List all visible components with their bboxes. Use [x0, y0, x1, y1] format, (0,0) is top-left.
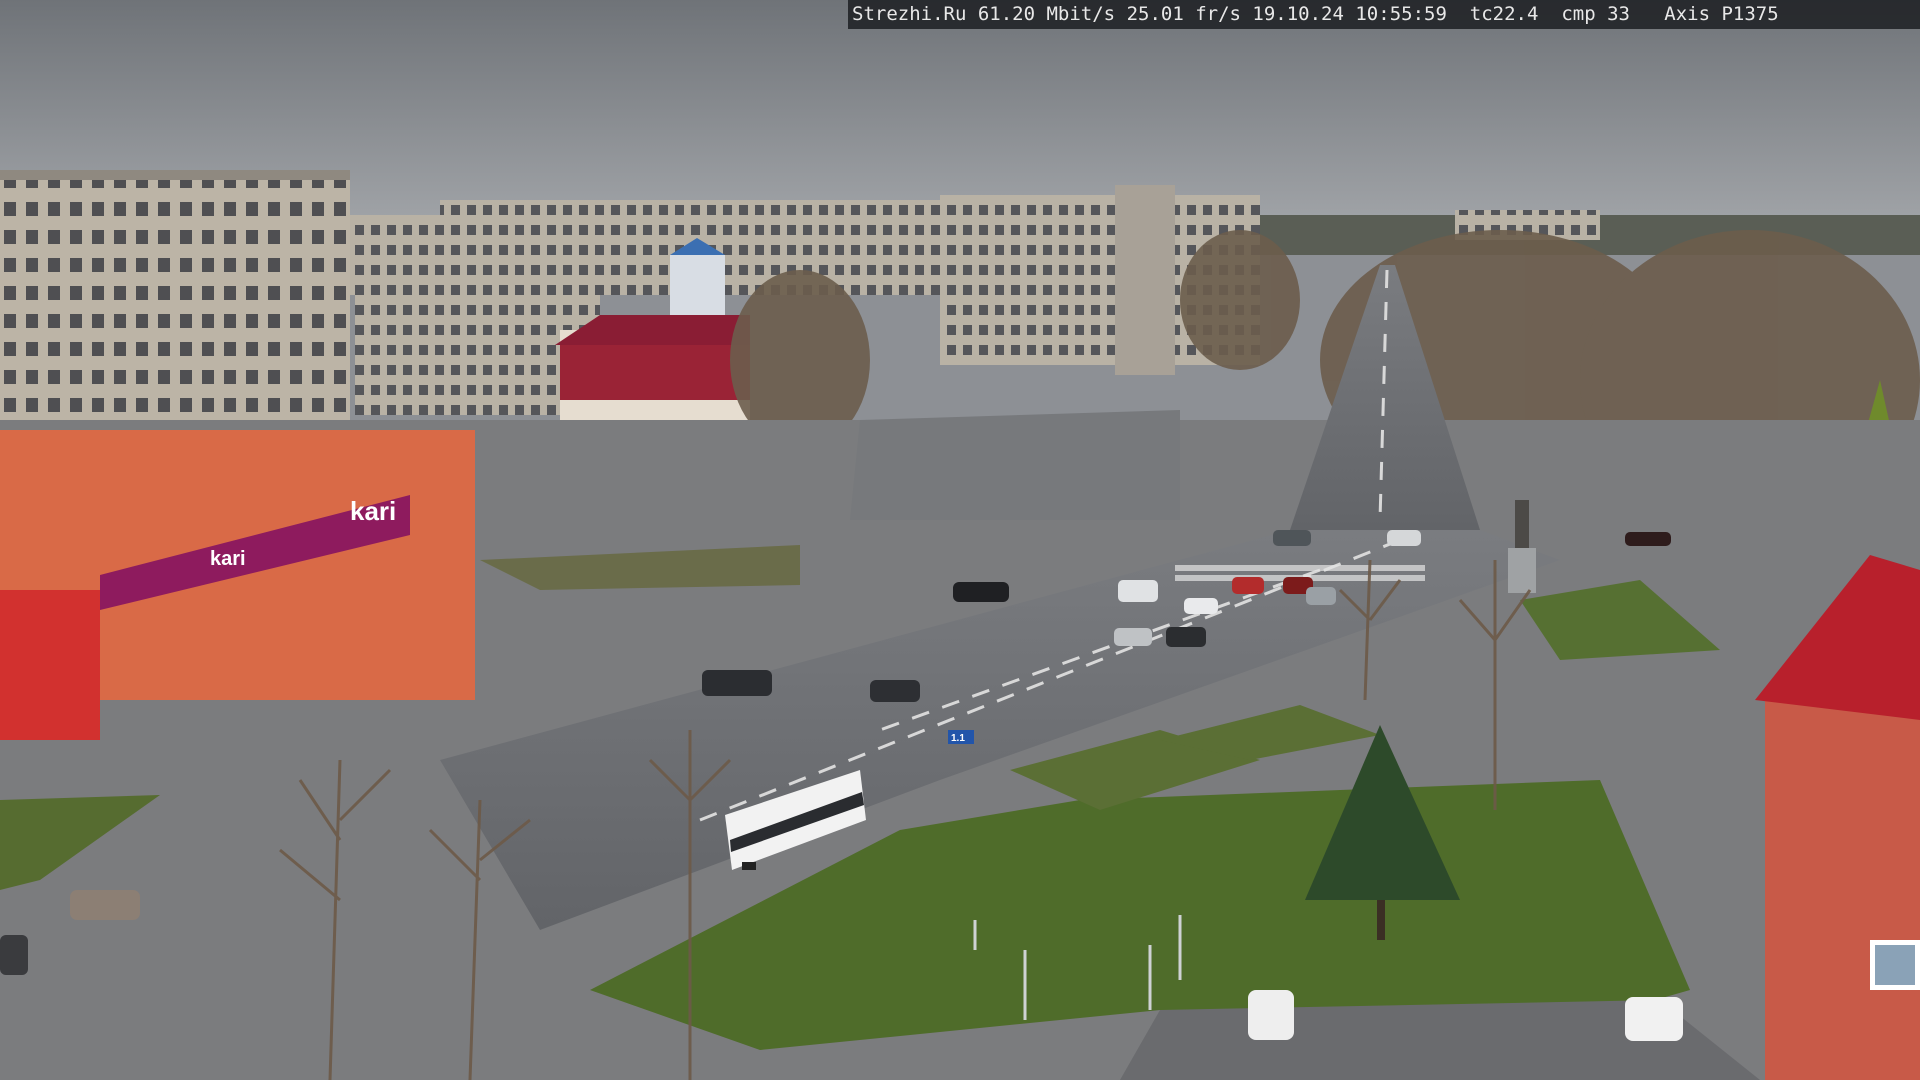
overlay-camera-model: Axis P1375: [1664, 3, 1779, 25]
store-logo-secondary: kari: [210, 548, 246, 570]
overlay-bitrate: 61.20 Mbit/s: [977, 3, 1116, 25]
overlay-site: Strezhi.Ru: [852, 3, 967, 25]
overlay-tc: tc22.4: [1469, 3, 1539, 25]
overlay-datetime: 19.10.24 10:55:59: [1252, 3, 1447, 25]
square-parking: [850, 410, 1180, 520]
store-logo-main: kari: [350, 496, 396, 526]
webcam-scene: kari kari 1.1: [0, 0, 1920, 1080]
red-tower-building: [1765, 700, 1920, 1080]
camera-overlay-bar: Strezhi.Ru 61.20 Mbit/s 25.01 fr/s 19.10…: [848, 0, 1920, 29]
overlay-framerate: 25.01 fr/s: [1126, 3, 1241, 25]
road-sign-text: 1.1: [951, 733, 965, 744]
overlay-cmp: cmp 33: [1561, 3, 1630, 25]
